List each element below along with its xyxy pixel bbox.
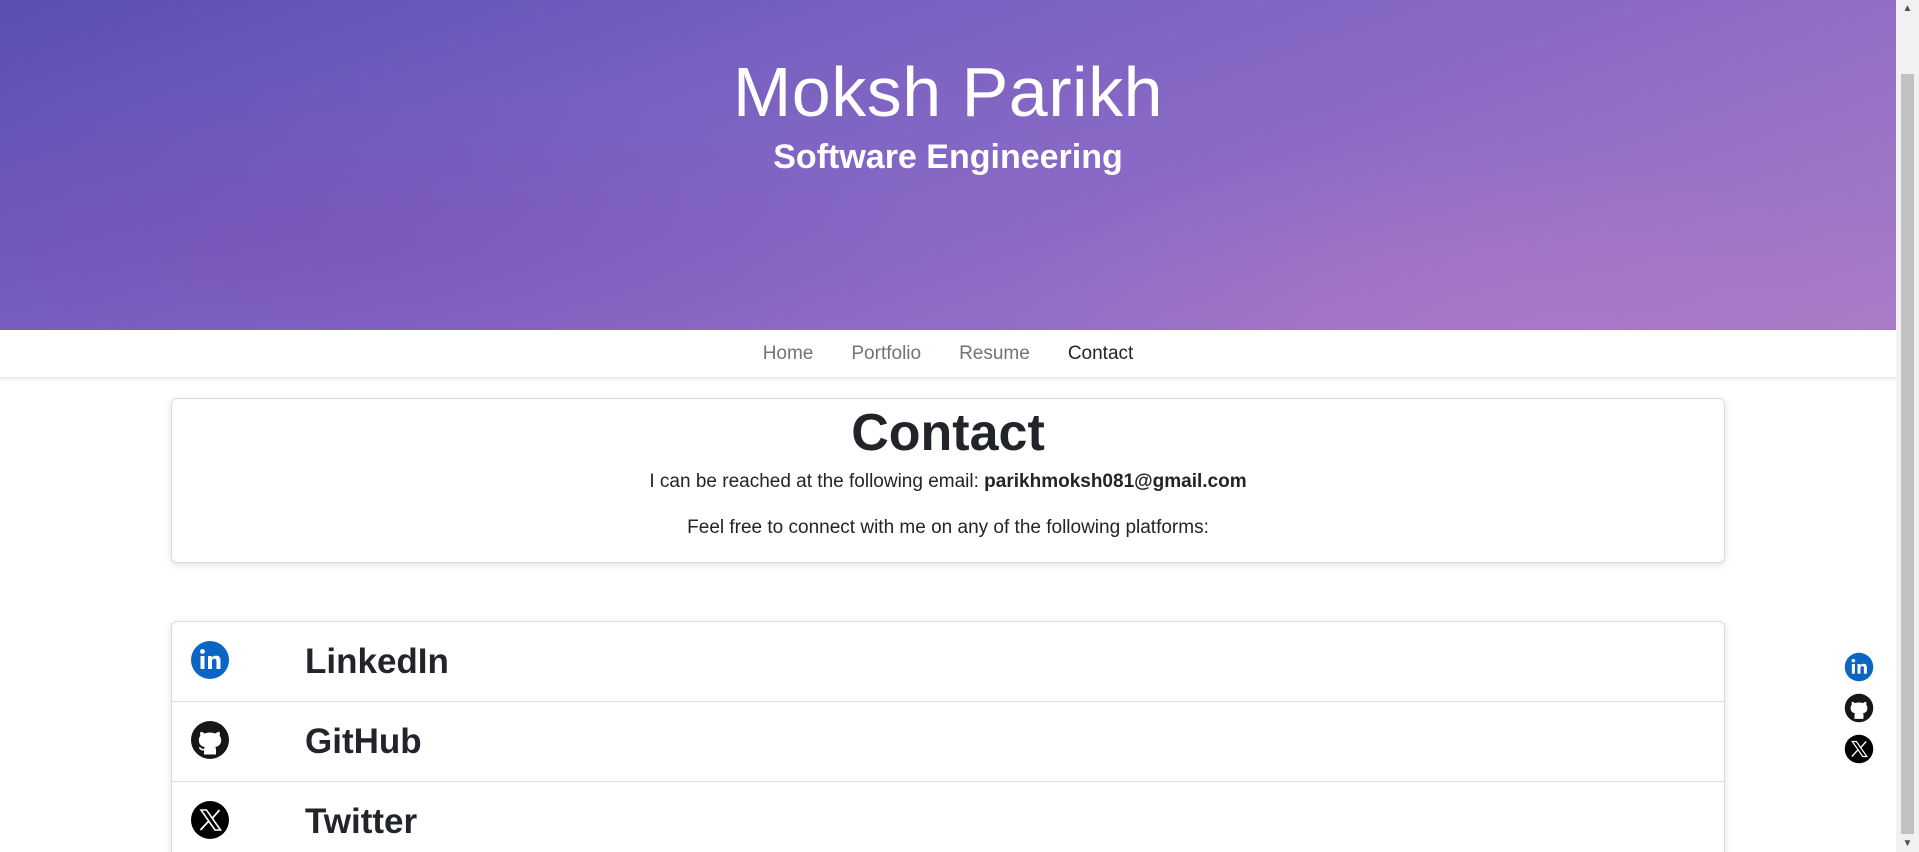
- github-icon: [191, 721, 229, 759]
- link-label-linkedin: LinkedIn: [305, 641, 449, 681]
- github-icon[interactable]: [1844, 693, 1874, 723]
- email-prefix: I can be reached at the following email:: [649, 471, 985, 492]
- page-viewport: Moksh Parikh Software Engineering Home P…: [0, 0, 1896, 852]
- site-title: Moksh Parikh: [732, 53, 1164, 131]
- main-navbar: Home Portfolio Resume Contact: [0, 330, 1896, 378]
- hero-header: Moksh Parikh Software Engineering: [0, 0, 1896, 330]
- link-label-twitter: Twitter: [305, 801, 418, 841]
- contact-heading: Contact: [851, 404, 1045, 462]
- social-link-linkedin[interactable]: LinkedIn: [172, 622, 1724, 702]
- linkedin-icon: [191, 641, 229, 679]
- floating-social-icons: [1844, 652, 1874, 775]
- nav-contact[interactable]: Contact: [1068, 343, 1133, 365]
- social-link-github[interactable]: GitHub: [172, 702, 1724, 782]
- platforms-text: Feel free to connect with me on any of t…: [687, 517, 1209, 538]
- linkedin-icon[interactable]: [1844, 652, 1874, 682]
- social-link-twitter[interactable]: Twitter: [172, 782, 1724, 852]
- scrollbar-thumb[interactable]: [1901, 74, 1914, 834]
- x-twitter-icon: [191, 801, 229, 839]
- scroll-down-arrow-icon[interactable]: ▼: [1896, 835, 1919, 852]
- email-address[interactable]: parikhmoksh081@gmail.com: [984, 471, 1246, 492]
- site-subtitle: Software Engineering: [773, 138, 1123, 176]
- contact-card: Contact I can be reached at the followin…: [171, 398, 1725, 563]
- vertical-scrollbar[interactable]: ▲ ▼: [1896, 0, 1919, 852]
- scroll-up-arrow-icon[interactable]: ▲: [1896, 0, 1919, 17]
- x-twitter-icon[interactable]: [1844, 734, 1874, 764]
- nav-resume[interactable]: Resume: [959, 343, 1030, 365]
- social-links-card: LinkedIn GitHub Twitter: [171, 621, 1725, 852]
- nav-home[interactable]: Home: [763, 343, 814, 365]
- nav-portfolio[interactable]: Portfolio: [851, 343, 921, 365]
- contact-email-text: I can be reached at the following email:…: [172, 471, 1724, 493]
- link-label-github: GitHub: [305, 721, 422, 761]
